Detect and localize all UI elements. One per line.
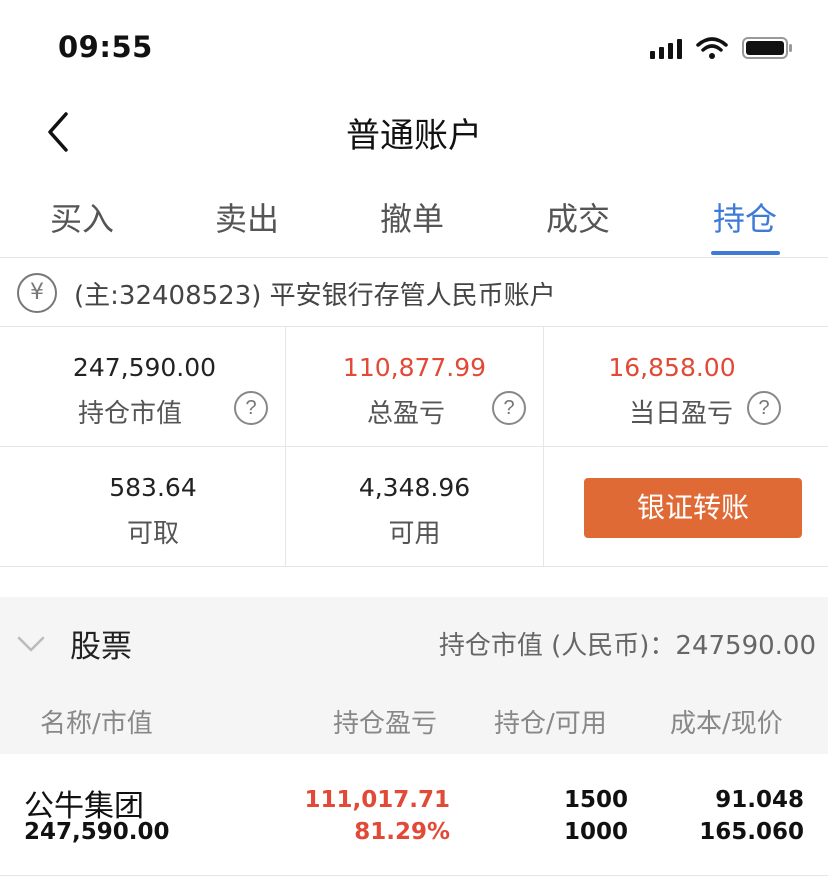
tab-positions[interactable]: 持仓 [680,194,810,240]
status-time: 09:55 [58,30,153,64]
signal-icon [650,37,682,59]
tab-bar: 买入 卖出 撤单 成交 持仓 [0,180,828,258]
account-label: (主:32408523) 平安银行存管人民币账户 [74,281,556,311]
section-summary: 持仓市值 (人民币)：247590.00 [438,631,816,661]
stock-cost: 91.048 [715,787,804,813]
stock-pnl-pct: 81.29% [354,819,450,845]
column-header-holding: 持仓/可用 [494,709,607,739]
yen-icon: ¥ [17,273,57,313]
total-pnl-label: 总盈亏 [366,399,445,429]
table-row[interactable]: 公牛集团 247,590.00 111,017.71 81.29% 1500 1… [0,755,828,876]
nav-bar: 普通账户 [0,96,828,170]
page-title: 普通账户 [346,116,482,156]
section-title: 股票 [70,629,132,665]
stat-available: 4,348.96 可用 [286,447,544,567]
stat-total-pnl: 110,877.99 总盈亏 ? [286,327,544,447]
column-header-pnl: 持仓盈亏 [333,709,438,739]
total-pnl: 110,877.99 [342,353,487,382]
stock-price: 165.060 [699,819,804,845]
stock-available: 1000 [563,819,628,845]
status-bar: 09:55 [0,0,828,96]
tab-buy[interactable]: 买入 [17,194,147,240]
stat-market-value: 247,590.00 持仓市值 ? [0,327,286,447]
account-stats: 247,590.00 持仓市值 ? 110,877.99 总盈亏 ? 16,85… [0,327,828,567]
tab-cancel[interactable]: 撤单 [347,194,477,240]
account-selector[interactable]: ¥ (主:32408523) 平安银行存管人民币账户 [0,259,828,327]
help-icon[interactable]: ? [234,391,268,425]
available-label: 可用 [388,519,441,549]
wifi-icon [696,37,728,59]
column-header-name: 名称/市值 [40,709,153,739]
stock-pnl: 111,017.71 [304,787,450,813]
stock-market-value: 247,590.00 [24,819,170,845]
help-icon[interactable]: ? [492,391,526,425]
daily-pnl: 16,858.00 [608,353,736,382]
stock-section-header: 股票 持仓市值 (人民币)：247590.00 名称/市值 持仓盈亏 持仓/可用… [0,597,828,754]
column-header-cost: 成本/现价 [670,709,783,739]
stat-daily-pnl: 16,858.00 当日盈亏 ? [544,327,828,447]
active-tab-indicator [711,251,780,255]
withdrawable-value: 583.64 [109,473,197,502]
help-icon[interactable]: ? [747,391,781,425]
tab-trades[interactable]: 成交 [513,194,643,240]
withdrawable-label: 可取 [126,519,179,549]
battery-icon [742,37,792,59]
market-value: 247,590.00 [72,353,217,382]
status-icons [650,36,794,60]
tab-sell[interactable]: 卖出 [182,194,312,240]
stock-holding: 1500 [563,787,628,813]
stat-withdrawable: 583.64 可取 [0,447,286,567]
market-value-label: 持仓市值 [77,399,182,429]
available-value: 4,348.96 [358,473,471,502]
bank-transfer-button[interactable]: 银证转账 [584,478,802,538]
chevron-down-icon[interactable] [16,629,46,659]
